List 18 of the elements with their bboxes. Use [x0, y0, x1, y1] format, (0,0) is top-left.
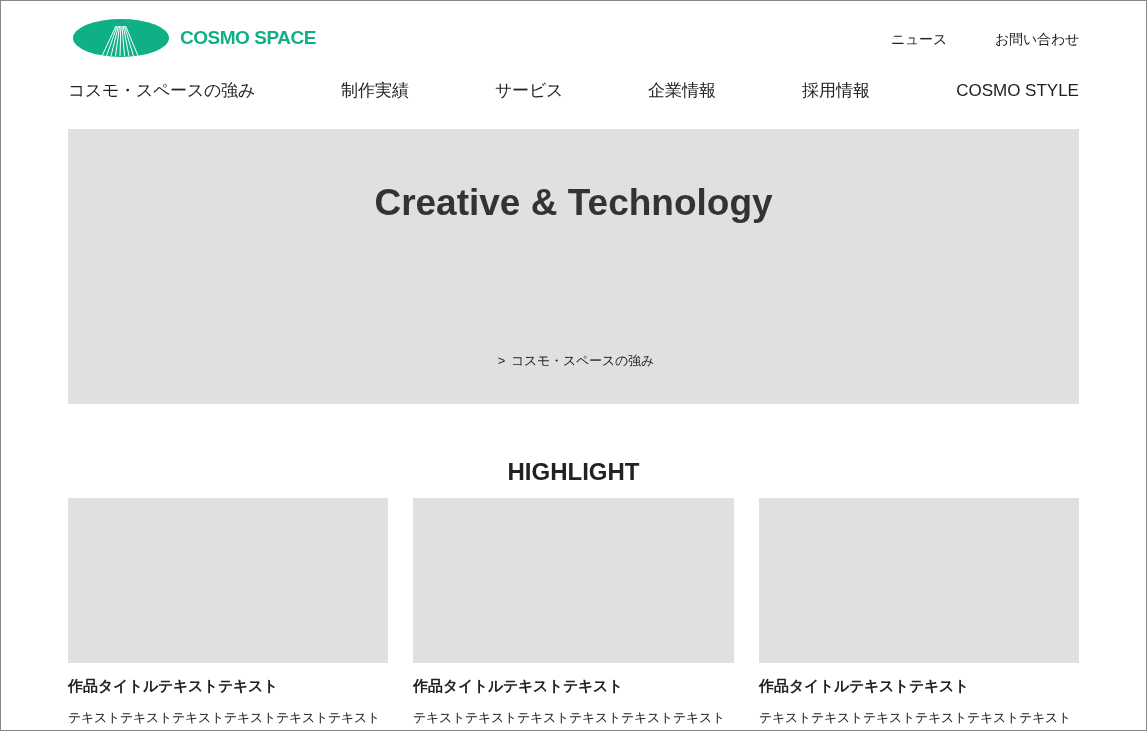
card-title[interactable]: 作品タイトルテキストテキスト — [413, 675, 734, 698]
section-heading: HIGHLIGHT — [506, 457, 641, 487]
hero-title: Creative & Technology — [374, 181, 773, 225]
nav-link[interactable]: 制作実績 — [340, 78, 409, 104]
hero-link[interactable]: > コスモ・スペースの強み — [497, 350, 655, 370]
utility-link[interactable]: お問い合わせ — [995, 28, 1079, 50]
nav-link[interactable]: 採用情報 — [802, 78, 871, 104]
nav-link[interactable]: サービス — [494, 78, 563, 104]
utility-link[interactable]: ニュース — [891, 28, 947, 50]
card-text: テキストテキストテキストテキストテキストテキスト — [758, 708, 1072, 727]
card-text: テキストテキストテキストテキストテキストテキスト — [413, 708, 727, 727]
card-text: テキストテキストテキストテキストテキストテキスト — [68, 708, 381, 727]
nav-link[interactable]: コスモ・スペースの強み — [68, 78, 255, 104]
card-title[interactable]: 作品タイトルテキストテキスト — [758, 675, 1079, 698]
nav-link[interactable]: COSMO STYLE — [956, 78, 1079, 104]
nav-link[interactable]: 企業情報 — [648, 78, 717, 104]
card-title[interactable]: 作品タイトルテキストテキスト — [68, 675, 389, 698]
logo-icon — [72, 18, 170, 58]
